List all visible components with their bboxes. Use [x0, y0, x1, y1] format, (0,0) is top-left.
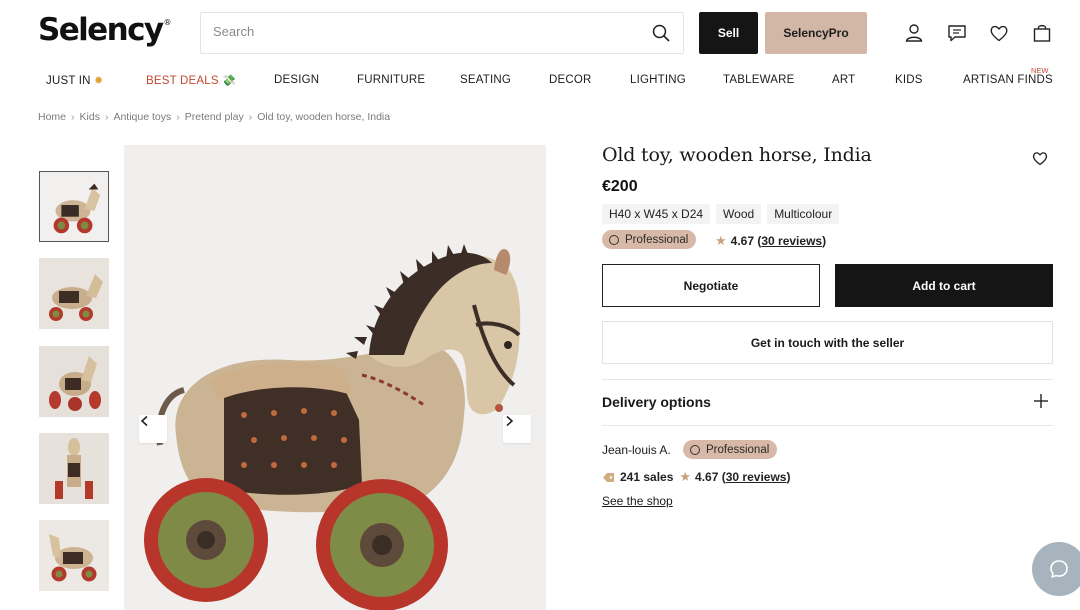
product-thumbnail[interactable]	[39, 171, 109, 242]
sparkle-icon: ✸	[94, 75, 104, 87]
seller-name[interactable]: Jean-louis A.	[602, 443, 671, 457]
nav-item-best-deals[interactable]: BEST DEALS 💸	[146, 74, 236, 87]
nav-item-design[interactable]: DESIGN	[274, 74, 319, 86]
badge-label: Professional	[706, 443, 770, 456]
nav-item-kids[interactable]: KIDS	[895, 74, 923, 86]
negotiate-button[interactable]: Negotiate	[602, 264, 820, 307]
bag-icon[interactable]	[1031, 22, 1053, 44]
breadcrumb-home[interactable]: Home	[38, 111, 66, 123]
breadcrumb-kids[interactable]: Kids	[80, 111, 100, 123]
nav-item-furniture[interactable]: FURNITURE	[357, 74, 425, 86]
product-thumbnail[interactable]	[39, 346, 109, 417]
reviews-link[interactable]: 30 reviews	[761, 234, 822, 248]
logo-text: Selency	[38, 12, 164, 48]
seller-reviews-link[interactable]: 30 reviews	[726, 470, 787, 484]
star-icon: ★	[679, 469, 692, 484]
chevron-right-icon: ›	[104, 111, 109, 123]
user-icon[interactable]	[903, 22, 925, 44]
horse-thumbnail-image	[39, 346, 109, 417]
chevron-right-icon: ›	[176, 111, 180, 123]
category-nav: JUST IN ✸ BEST DEALS 💸 DESIGN FURNITURE …	[0, 66, 1080, 96]
site-header: Selency® Sell SelencyPro	[0, 0, 1080, 66]
seller-stats: 241 sales ★ 4.67 (30 reviews)	[602, 469, 790, 485]
nav-item-seating[interactable]: SEATING	[460, 74, 511, 86]
new-badge: NEW	[1031, 66, 1049, 75]
product-rating: ★ 4.67 (30 reviews)	[715, 233, 827, 248]
nav-label: BEST DEALS	[146, 75, 219, 87]
selency-pro-button[interactable]: SelencyPro	[765, 12, 867, 54]
star-icon: ★	[715, 233, 727, 248]
breadcrumb-pretend-play[interactable]: Pretend play	[185, 111, 244, 123]
heart-icon[interactable]	[988, 22, 1010, 44]
money-icon: 💸	[222, 75, 237, 87]
chat-button[interactable]	[1032, 542, 1080, 596]
nav-item-decor[interactable]: DECOR	[549, 74, 592, 86]
search-input[interactable]	[213, 24, 633, 39]
professional-badge: Professional	[602, 230, 697, 249]
product-thumbnail[interactable]	[39, 258, 109, 329]
nav-item-art[interactable]: ART	[832, 74, 855, 86]
contact-seller-button[interactable]: Get in touch with the seller	[602, 321, 1053, 364]
product-tags: H40 x W45 x D24 Wood Multicolour	[602, 204, 840, 224]
heart-icon[interactable]	[1031, 149, 1049, 167]
plus-icon[interactable]	[1032, 392, 1050, 410]
see-the-shop-link[interactable]: See the shop	[602, 494, 673, 508]
chevron-right-icon	[506, 415, 514, 427]
product-thumbnail[interactable]	[39, 520, 109, 591]
delivery-options-label[interactable]: Delivery options	[602, 394, 711, 410]
chevron-left-icon	[140, 415, 148, 427]
colour-tag: Multicolour	[767, 204, 840, 224]
horse-thumbnail-image	[39, 258, 109, 329]
divider	[602, 425, 1053, 426]
selency-logo[interactable]: Selency®	[38, 12, 171, 48]
nav-item-tableware[interactable]: TABLEWARE	[723, 74, 794, 86]
badge-circle-icon	[609, 234, 619, 245]
sales-count: 241 sales	[620, 470, 674, 484]
chevron-right-icon: ›	[248, 111, 253, 123]
product-thumbnail[interactable]	[39, 433, 109, 504]
search-bar[interactable]	[200, 12, 684, 54]
search-icon[interactable]	[651, 23, 671, 43]
divider	[602, 379, 1053, 380]
wooden-horse-image	[124, 145, 546, 610]
seller-rating-value: 4.67	[695, 470, 719, 484]
add-to-cart-button[interactable]: Add to cart	[835, 264, 1053, 307]
product-price: €200	[602, 178, 638, 195]
badge-label: Professional	[625, 233, 689, 246]
badge-circle-icon	[690, 444, 700, 455]
nav-item-just-in[interactable]: JUST IN ✸	[46, 74, 103, 87]
chat-icon	[1050, 560, 1068, 578]
product-title: Old toy, wooden horse, India	[602, 144, 872, 166]
sell-button[interactable]: Sell	[699, 12, 758, 54]
material-tag: Wood	[716, 204, 762, 224]
breadcrumb: Home › Kids › Antique toys › Pretend play › Old …	[38, 111, 390, 123]
logo-mark: ®	[163, 17, 172, 27]
previous-image-button[interactable]	[139, 415, 167, 443]
dimensions-tag: H40 x W45 x D24	[602, 204, 711, 224]
breadcrumb-current: Old toy, wooden horse, India	[257, 111, 391, 123]
next-image-button[interactable]	[503, 415, 531, 443]
nav-label: JUST IN	[46, 75, 91, 87]
breadcrumb-antique-toys[interactable]: Antique toys	[113, 111, 171, 123]
message-icon[interactable]	[946, 22, 968, 44]
horse-thumbnail-image	[39, 433, 109, 504]
rating-value: 4.67	[730, 234, 755, 248]
chevron-right-icon: ›	[71, 111, 75, 123]
horse-thumbnail-image	[40, 172, 108, 241]
horse-thumbnail-image	[39, 520, 109, 591]
nav-item-artisan-finds[interactable]: ARTISAN FINDS	[963, 74, 1053, 86]
tag-icon	[603, 472, 614, 482]
seller-professional-badge: Professional	[683, 440, 778, 459]
nav-item-lighting[interactable]: LIGHTING	[630, 74, 686, 86]
product-main-image[interactable]	[124, 145, 546, 610]
